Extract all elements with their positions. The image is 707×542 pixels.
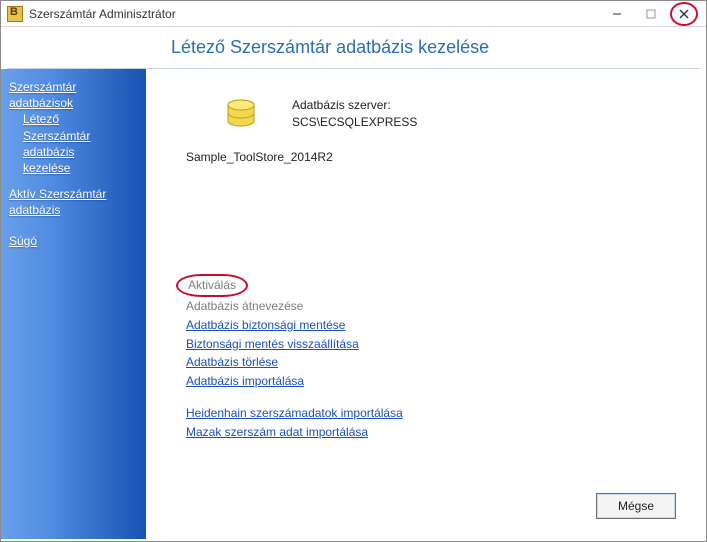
main-panel: Adatbázis szerver: SCS\ECSQLEXPRESS Samp…: [176, 69, 706, 539]
sidebar-text: Aktív Szerszámtár: [9, 187, 106, 201]
action-mazak-import[interactable]: Mazak szerszám adat importálása: [186, 423, 686, 442]
action-backup[interactable]: Adatbázis biztonsági mentése: [186, 316, 686, 335]
action-restore[interactable]: Biztonsági mentés visszaállítása: [186, 335, 686, 354]
db-server-label: Adatbázis szerver:: [292, 97, 417, 114]
action-delete[interactable]: Adatbázis törlése: [186, 353, 686, 372]
db-info: Adatbázis szerver: SCS\ECSQLEXPRESS: [292, 97, 417, 132]
maximize-button[interactable]: [634, 3, 668, 25]
activate-highlight-ring: Aktiválás: [176, 274, 248, 298]
title-bar: Szerszámtár Adminisztrátor: [1, 1, 706, 27]
db-name: Sample_ToolStore_2014R2: [186, 150, 686, 164]
action-label: Aktiválás: [188, 278, 236, 292]
sidebar-link-help[interactable]: Súgó: [9, 233, 138, 249]
minimize-button[interactable]: [600, 3, 634, 25]
sidebar-text: kezelése: [23, 161, 70, 175]
sidebar: Szerszámtár adatbázisok Létező Szerszámt…: [1, 69, 146, 539]
sidebar-text: adatbázis: [9, 203, 60, 217]
app-icon: [7, 6, 23, 22]
action-heidenhain-import[interactable]: Heidenhain szerszámadatok importálása: [186, 404, 686, 423]
window-title: Szerszámtár Adminisztrátor: [29, 7, 176, 21]
sidebar-link-manage-existing[interactable]: Létező Szerszámtár adatbázis kezelése: [23, 111, 138, 176]
action-activate: Aktiválás: [186, 274, 686, 298]
sidebar-gap: [146, 69, 176, 539]
actions-list: Aktiválás Adatbázis átnevezése Adatbázis…: [186, 274, 686, 442]
database-icon: [224, 99, 258, 131]
action-rename: Adatbázis átnevezése: [186, 297, 686, 316]
sidebar-link-databases[interactable]: Szerszámtár adatbázisok: [9, 79, 138, 111]
close-icon: [679, 9, 689, 19]
close-highlight-ring: [670, 2, 698, 26]
sidebar-text: adatbázisok: [9, 96, 73, 110]
db-server-value: SCS\ECSQLEXPRESS: [292, 114, 417, 131]
cancel-button[interactable]: Mégse: [596, 493, 676, 519]
sidebar-link-active-db[interactable]: Aktív Szerszámtár adatbázis: [9, 186, 138, 218]
window-buttons: [600, 3, 702, 25]
sidebar-text: Szerszámtár: [23, 129, 90, 143]
page-title: Létező Szerszámtár adatbázis kezelése: [1, 27, 706, 68]
sidebar-text: Szerszámtár: [9, 80, 76, 94]
close-button[interactable]: [668, 3, 702, 25]
action-import[interactable]: Adatbázis importálása: [186, 372, 686, 391]
sidebar-text: adatbázis: [23, 145, 74, 159]
sidebar-text: Létező: [23, 112, 59, 126]
